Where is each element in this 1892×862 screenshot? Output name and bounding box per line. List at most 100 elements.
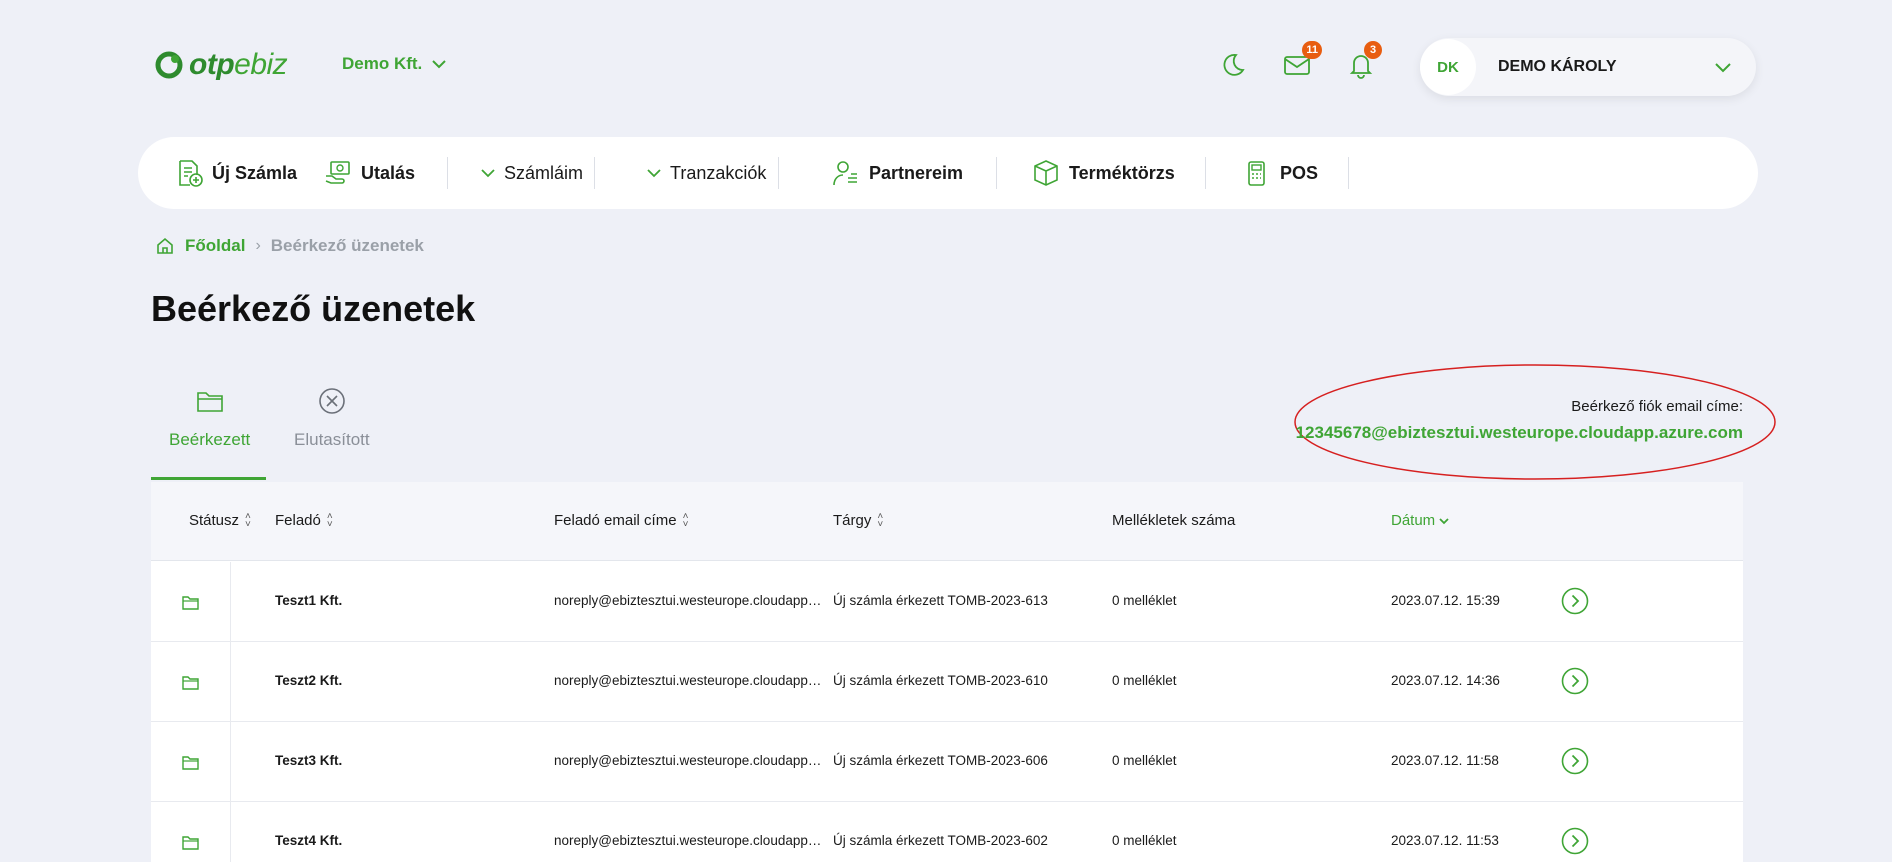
column-sender-email[interactable]: Feladó email címe ˄ ˅ xyxy=(554,511,688,529)
breadcrumb-home-link[interactable]: Főoldal xyxy=(185,236,245,256)
status-cell xyxy=(151,802,231,862)
nav-divider xyxy=(594,157,595,189)
sort-desc-icon xyxy=(1439,517,1449,524)
row-attachments: 0 melléklet xyxy=(1112,593,1177,608)
open-message-button[interactable] xyxy=(1561,587,1589,615)
pos-terminal-icon xyxy=(1248,161,1265,186)
row-sender-email: noreply@ebiztesztui.westeurope.cloudapp.… xyxy=(554,593,822,608)
sort-icon: ˄ ˅ xyxy=(245,510,251,530)
open-message-button[interactable] xyxy=(1561,827,1589,855)
logo-mark-icon xyxy=(155,51,183,79)
column-status[interactable]: Státusz ˄ ˅ xyxy=(189,510,251,530)
nav-partners[interactable]: Partnereim xyxy=(831,137,963,209)
nav-pos-label: POS xyxy=(1280,162,1319,183)
chevron-down-icon xyxy=(481,169,495,178)
chevron-down-icon xyxy=(432,60,446,69)
table-row[interactable]: Teszt1 Kft. noreply@ebiztesztui.westeuro… xyxy=(151,562,1743,642)
column-attachments-label: Mellékletek száma xyxy=(1112,512,1236,529)
nav-divider xyxy=(1205,157,1206,189)
box-icon xyxy=(1034,160,1058,186)
row-date: 2023.07.12. 11:58 xyxy=(1391,753,1499,768)
column-subject[interactable]: Tárgy ˄ ˅ xyxy=(833,510,884,530)
nav-divider xyxy=(1348,157,1349,189)
table-row[interactable]: Teszt3 Kft. noreply@ebiztesztui.westeuro… xyxy=(151,722,1743,802)
row-date: 2023.07.12. 15:39 xyxy=(1391,593,1500,608)
inbox-email-info: Beérkező fiók email címe: 12345678@ebizt… xyxy=(1296,398,1743,443)
inbox-email-label: Beérkező fiók email címe: xyxy=(1571,398,1743,415)
sort-icon: ˄ ˅ xyxy=(877,510,884,530)
row-sender: Teszt2 Kft. xyxy=(275,673,343,688)
nav-invoices-dropdown[interactable]: Számláim xyxy=(480,137,583,209)
status-cell xyxy=(151,642,231,721)
company-selector[interactable]: Demo Kft. xyxy=(342,54,448,74)
folder-open-icon xyxy=(181,835,199,850)
column-attachments: Mellékletek száma xyxy=(1112,512,1235,529)
nav-products-label: Terméktörzs xyxy=(1069,162,1175,183)
row-sender: Teszt4 Kft. xyxy=(275,833,343,848)
nav-products[interactable]: Terméktörzs xyxy=(1031,137,1175,209)
partners-icon xyxy=(833,161,857,186)
nav-transfer[interactable]: Utalás xyxy=(323,137,415,209)
chevron-down-icon xyxy=(647,169,661,178)
column-status-label: Státusz xyxy=(189,512,240,529)
chevron-down-icon xyxy=(1715,63,1731,73)
nav-pos[interactable]: POS xyxy=(1242,137,1318,209)
new-invoice-icon xyxy=(179,160,203,187)
home-icon xyxy=(157,237,173,254)
nav-transfer-label: Utalás xyxy=(361,162,416,183)
row-sender: Teszt1 Kft. xyxy=(275,593,343,608)
dark-mode-toggle[interactable] xyxy=(1218,50,1248,80)
row-sender: Teszt3 Kft. xyxy=(275,753,343,768)
folder-icon xyxy=(196,392,223,412)
row-subject: Új számla érkezett TOMB-2023-606 xyxy=(833,753,1048,768)
table-row[interactable]: Teszt2 Kft. noreply@ebiztesztui.westeuro… xyxy=(151,642,1743,722)
row-attachments: 0 melléklet xyxy=(1112,833,1177,848)
avatar: DK xyxy=(1420,39,1476,95)
tab-rejected[interactable]: Elutasított xyxy=(294,386,370,480)
inbox-email-address[interactable]: 12345678@ebiztesztui.westeurope.cloudapp… xyxy=(1296,423,1743,443)
nav-new-invoice-label: Új Számla xyxy=(212,162,298,183)
row-date: 2023.07.12. 14:36 xyxy=(1391,673,1500,688)
row-subject: Új számla érkezett TOMB-2023-613 xyxy=(833,593,1048,608)
row-date: 2023.07.12. 11:53 xyxy=(1391,833,1499,848)
user-menu[interactable]: DK DEMO KÁROLY xyxy=(1420,38,1756,96)
row-sender-email: noreply@ebiztesztui.westeurope.cloudapp.… xyxy=(554,833,822,848)
sort-icon: ˄ ˅ xyxy=(326,510,333,530)
open-message-button[interactable] xyxy=(1561,667,1589,695)
nav-transactions-dropdown[interactable]: Tranzakciók xyxy=(646,137,766,209)
table-row[interactable]: Teszt4 Kft. noreply@ebiztesztui.westeuro… xyxy=(151,802,1743,862)
chevron-right-circle-icon xyxy=(1561,827,1589,855)
breadcrumb: Főoldal › Beérkező üzenetek xyxy=(155,236,424,256)
logo-text: otpebiz xyxy=(189,48,288,81)
chevron-right-circle-icon xyxy=(1561,747,1589,775)
status-cell xyxy=(151,562,231,641)
folder-open-icon xyxy=(181,755,199,770)
messages-table: Státusz ˄ ˅ Feladó ˄ ˅ Feladó email címe ˄… xyxy=(151,482,1743,862)
tab-received[interactable]: Beérkezett xyxy=(169,386,250,480)
column-subject-label: Tárgy xyxy=(833,512,872,529)
row-subject: Új számla érkezett TOMB-2023-610 xyxy=(833,673,1048,688)
row-sender-email: noreply@ebiztesztui.westeurope.cloudapp.… xyxy=(554,673,822,688)
chevron-right-circle-icon xyxy=(1561,667,1589,695)
column-date[interactable]: Dátum xyxy=(1391,512,1449,529)
reject-circle-icon xyxy=(318,388,345,414)
user-name: DEMO KÁROLY xyxy=(1498,58,1617,75)
company-name: Demo Kft. xyxy=(342,54,423,73)
tab-rejected-label: Elutasított xyxy=(294,430,370,449)
messages-button[interactable]: 11 xyxy=(1282,41,1322,80)
top-header: otpebiz Demo Kft. 11 3 DK DEMO KÁROLY xyxy=(0,0,1892,130)
notifications-button[interactable]: 3 xyxy=(1346,41,1382,80)
breadcrumb-separator-icon: › xyxy=(255,237,261,254)
breadcrumb-current: Beérkező üzenetek xyxy=(270,236,424,255)
open-message-button[interactable] xyxy=(1561,747,1589,775)
moon-icon xyxy=(1223,54,1245,76)
folder-open-icon xyxy=(181,675,199,690)
nav-divider xyxy=(778,157,779,189)
otpebiz-logo[interactable]: otpebiz xyxy=(155,48,288,82)
column-sender-email-label: Feladó email címe xyxy=(554,512,677,529)
column-sender[interactable]: Feladó ˄ ˅ xyxy=(275,510,333,530)
nav-new-invoice[interactable]: Új Számla xyxy=(174,137,297,209)
nav-divider xyxy=(996,157,997,189)
row-subject: Új számla érkezett TOMB-2023-602 xyxy=(833,833,1048,848)
nav-transactions-label: Tranzakciók xyxy=(670,162,767,183)
